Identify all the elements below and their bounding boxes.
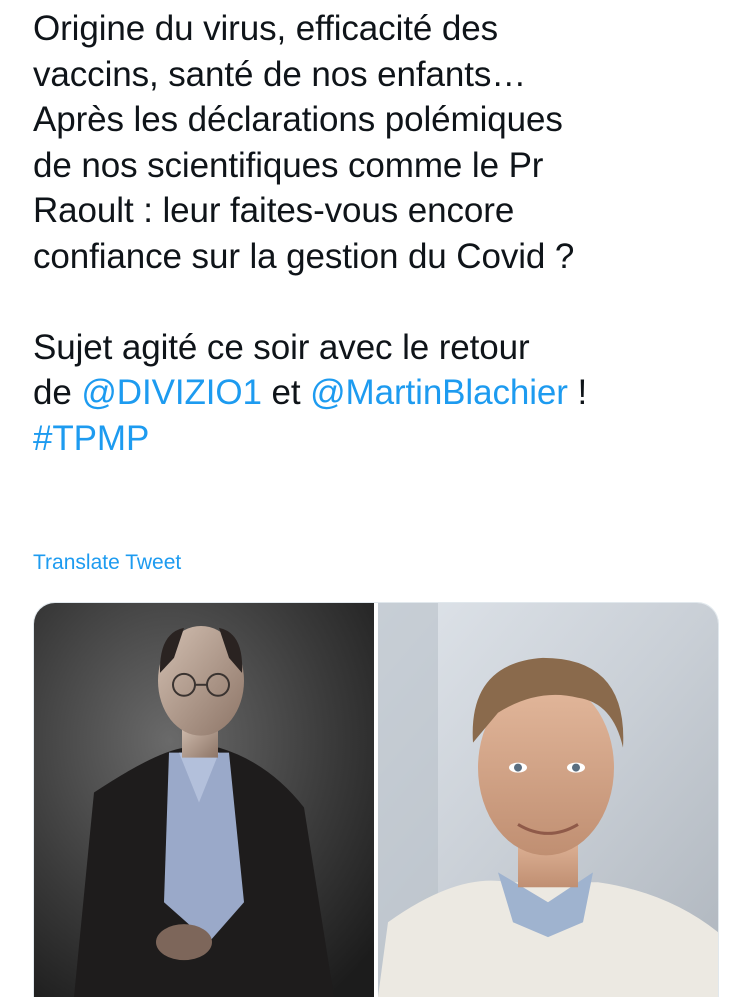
tweet-line-2: vaccins, santé de nos enfants…: [33, 54, 527, 94]
tweet-line-9: #TPMP: [33, 416, 733, 462]
tweet-line-6: confiance sur la gestion du Covid ?: [33, 236, 575, 276]
line-8-suffix: !: [567, 373, 588, 412]
hashtag-tpmp-link[interactable]: #TPMP: [33, 419, 149, 458]
tweet-line-4: de nos scientifiques comme le Pr: [33, 145, 544, 185]
photo-right[interactable]: [378, 603, 718, 997]
tweet-line-7: Sujet agité ce soir avec le retour: [33, 327, 530, 367]
mention-martinblachier-link[interactable]: @MartinBlachier: [310, 373, 568, 412]
photo-man-glasses-image: [34, 603, 374, 997]
tweet-line-1: Origine du virus, efficacité des: [33, 9, 498, 48]
mention-divizio1-link[interactable]: @DIVIZIO1: [81, 373, 262, 412]
paragraph-break: [33, 279, 733, 325]
line-8-prefix: de: [33, 373, 82, 412]
tweet-line-5: Raoult : leur faites-vous encore: [33, 191, 515, 230]
tweet-line-3: Après les déclarations polémiques: [33, 100, 563, 139]
tweet-line-8: de @DIVIZIO1 et @MartinBlachier !: [33, 370, 733, 416]
photo-left[interactable]: [34, 603, 374, 997]
tweet-body: Origine du virus, efficacité des vaccins…: [33, 6, 733, 461]
media-grid: [33, 602, 719, 997]
photo-man-sweater-image: [378, 603, 718, 997]
line-8-middle: et: [261, 373, 311, 412]
translate-tweet-link[interactable]: Translate Tweet: [33, 551, 181, 575]
